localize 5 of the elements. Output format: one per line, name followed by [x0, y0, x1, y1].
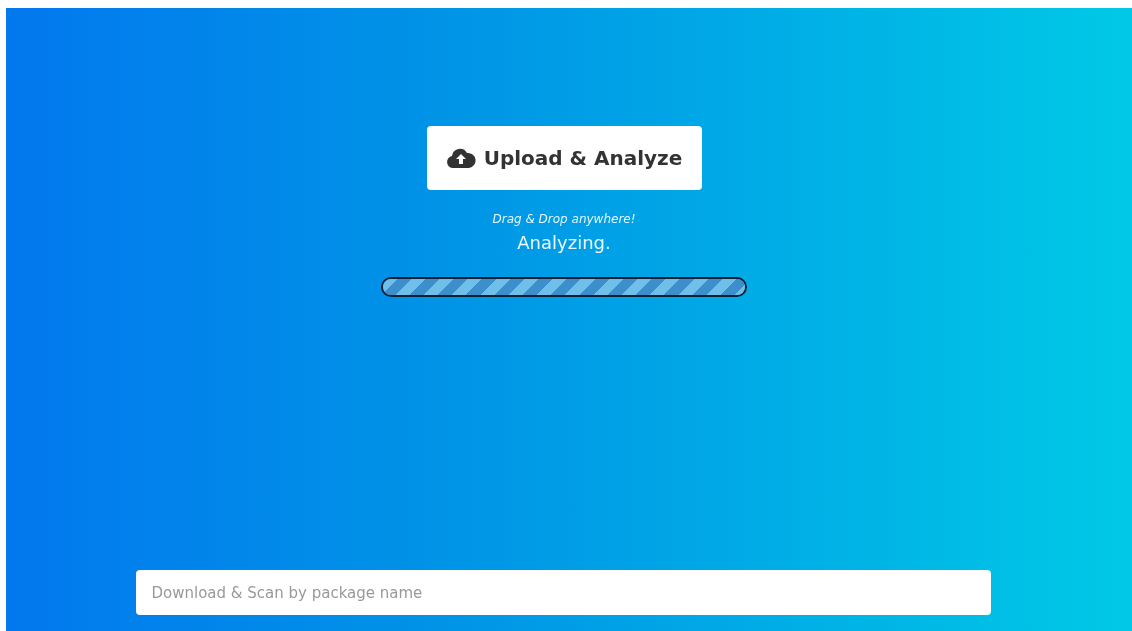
hint-text: Drag & Drop anywhere! [492, 212, 636, 226]
upload-button[interactable]: Upload & Analyze [426, 126, 702, 190]
cloud-upload-icon [445, 147, 476, 169]
package-name-field[interactable]: Download & Scan by package name [135, 570, 991, 615]
status-text: Analyzing. [517, 232, 611, 253]
